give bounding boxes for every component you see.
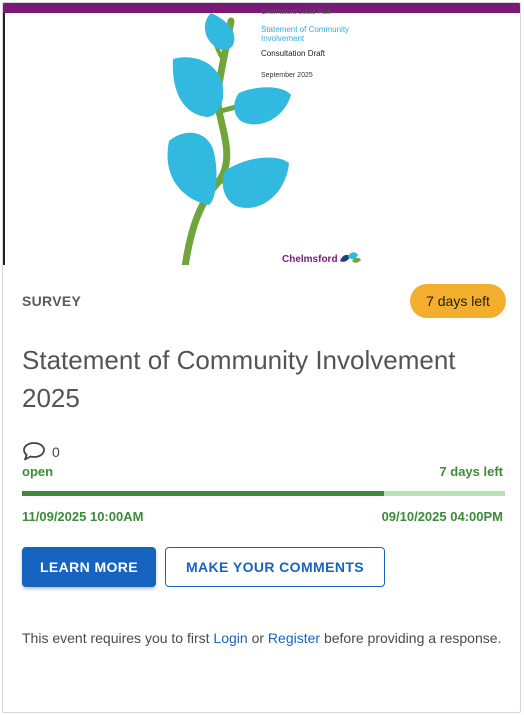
end-date: 09/10/2025 04:00PM (381, 509, 503, 524)
notice-or: or (251, 630, 265, 646)
time-progress-bar (22, 491, 505, 496)
learn-more-button[interactable]: LEARN MORE (22, 547, 156, 587)
comment-count: 0 (52, 444, 60, 460)
chelmsford-logo-icon (340, 252, 361, 263)
consultation-title: Statement of Community Involvement 2025 (22, 345, 456, 413)
make-your-comments-button[interactable]: MAKE YOUR COMMENTS (165, 547, 385, 587)
login-link[interactable]: Login (213, 630, 247, 646)
status-label: open (22, 464, 54, 479)
speech-bubble-icon (23, 442, 45, 461)
days-left-badge: 7 days left (410, 284, 506, 318)
cover-doc-date: September 2025 (261, 72, 313, 79)
cover-image: Chelmsford Local Plan Statement of Commu… (3, 3, 520, 265)
time-progress-fill (22, 491, 385, 496)
cover-doc-title: Statement of Community Involvement (261, 25, 350, 43)
days-left-label: 7 days left (439, 464, 503, 479)
cover-brand-name: Chelmsford (282, 254, 338, 265)
consultation-card: Chelmsford Local Plan Statement of Commu… (2, 2, 521, 713)
register-link[interactable]: Register (268, 630, 320, 646)
event-type-label: SURVEY (22, 293, 82, 309)
cover-doc-status: Consultation Draft (261, 49, 326, 58)
cover-top-text: Chelmsford Local Plan (261, 9, 332, 16)
start-date: 11/09/2025 10:00AM (22, 509, 144, 524)
notice-suffix: before providing a response. (323, 630, 502, 646)
login-notice: This event requires you to first Login o… (22, 626, 502, 651)
notice-prefix: This event requires you to first (22, 630, 210, 646)
